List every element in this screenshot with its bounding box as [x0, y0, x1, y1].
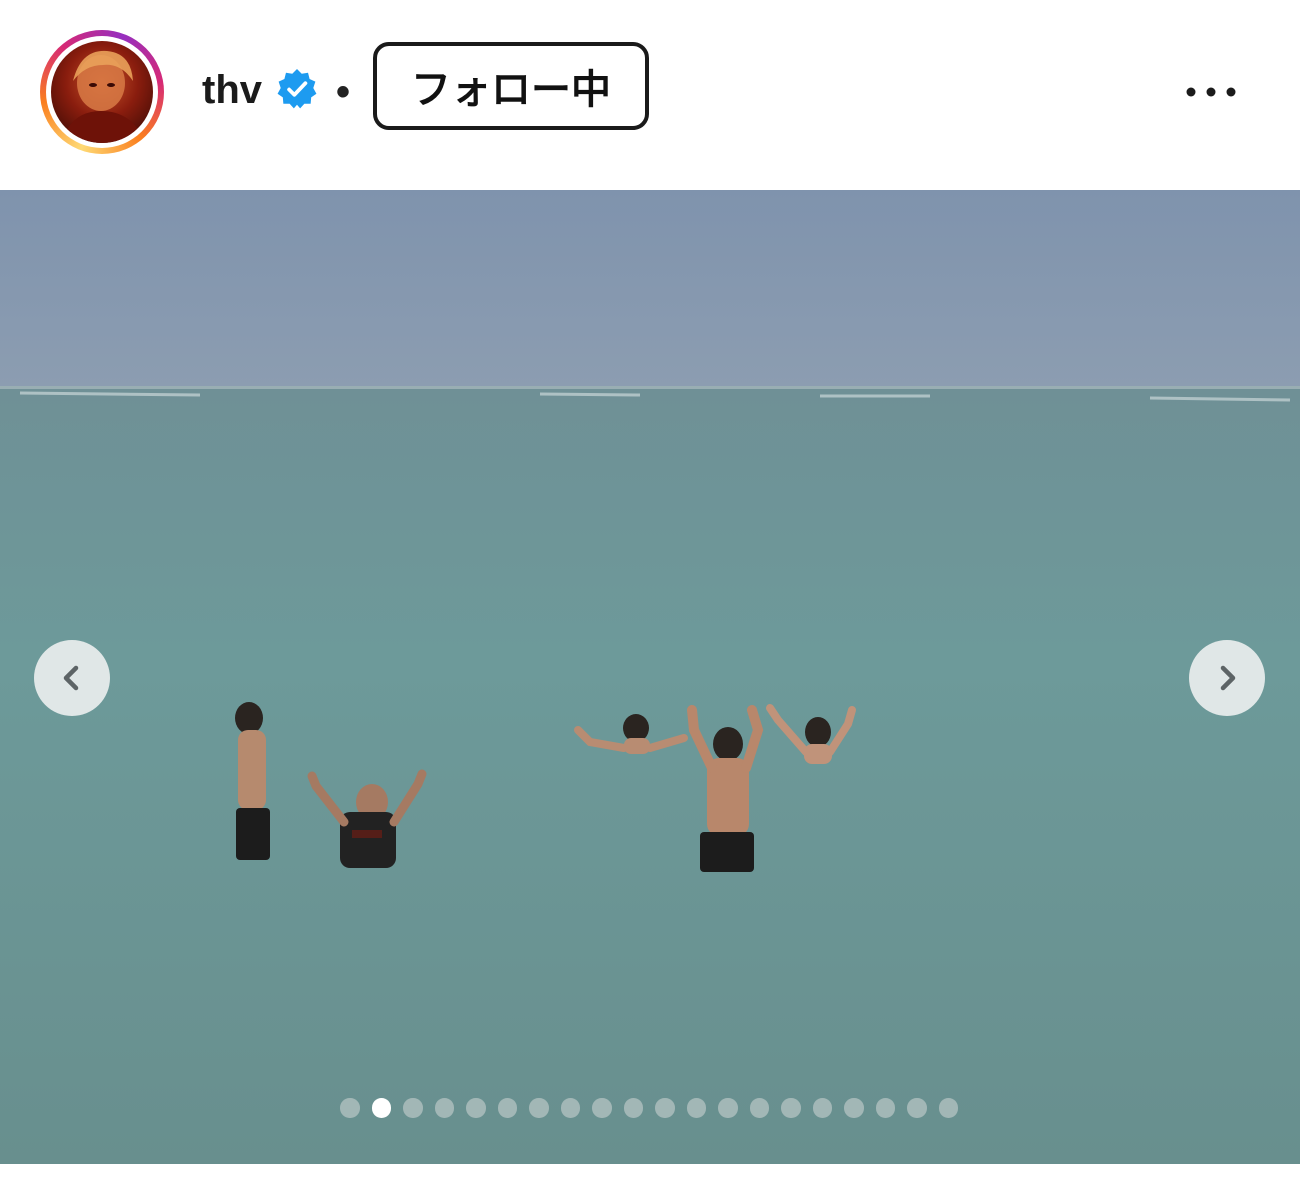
chevron-right-icon: [1220, 665, 1236, 691]
profile-avatar[interactable]: [51, 41, 153, 143]
carousel-dot: [875, 1098, 895, 1118]
carousel-indicator: [340, 1098, 958, 1118]
carousel-dot: [938, 1098, 958, 1118]
separator-dot: •: [336, 70, 351, 114]
carousel-dot: [623, 1098, 643, 1118]
post-photo[interactable]: [0, 190, 1300, 1164]
carousel-dot: [844, 1098, 864, 1118]
post-header: thv • フォロー中: [0, 0, 1300, 190]
carousel-dot: [592, 1098, 612, 1118]
following-button[interactable]: フォロー中: [373, 42, 649, 130]
carousel-dot: [529, 1098, 549, 1118]
carousel-dot: [497, 1098, 517, 1118]
beach-photo-image: [0, 190, 1300, 1164]
post-footer: [0, 1164, 1300, 1190]
carousel-dot: [686, 1098, 706, 1118]
next-slide-button[interactable]: [1189, 640, 1265, 716]
carousel-dot: [403, 1098, 423, 1118]
previous-slide-button[interactable]: [34, 640, 110, 716]
carousel-dot: [371, 1098, 391, 1118]
more-options-icon[interactable]: [1180, 78, 1240, 106]
story-ring[interactable]: [40, 30, 164, 154]
carousel-dot: [434, 1098, 454, 1118]
carousel-dot: [655, 1098, 675, 1118]
verified-badge-icon: [277, 69, 317, 109]
chevron-left-icon: [63, 665, 79, 691]
carousel-dot: [718, 1098, 738, 1118]
carousel-dot: [466, 1098, 486, 1118]
carousel-dot: [812, 1098, 832, 1118]
carousel-dot: [560, 1098, 580, 1118]
carousel-dot: [340, 1098, 360, 1118]
carousel-dot: [781, 1098, 801, 1118]
carousel-dot: [907, 1098, 927, 1118]
avatar-image: [61, 50, 145, 143]
carousel-dot: [749, 1098, 769, 1118]
username-link[interactable]: thv: [202, 64, 262, 116]
